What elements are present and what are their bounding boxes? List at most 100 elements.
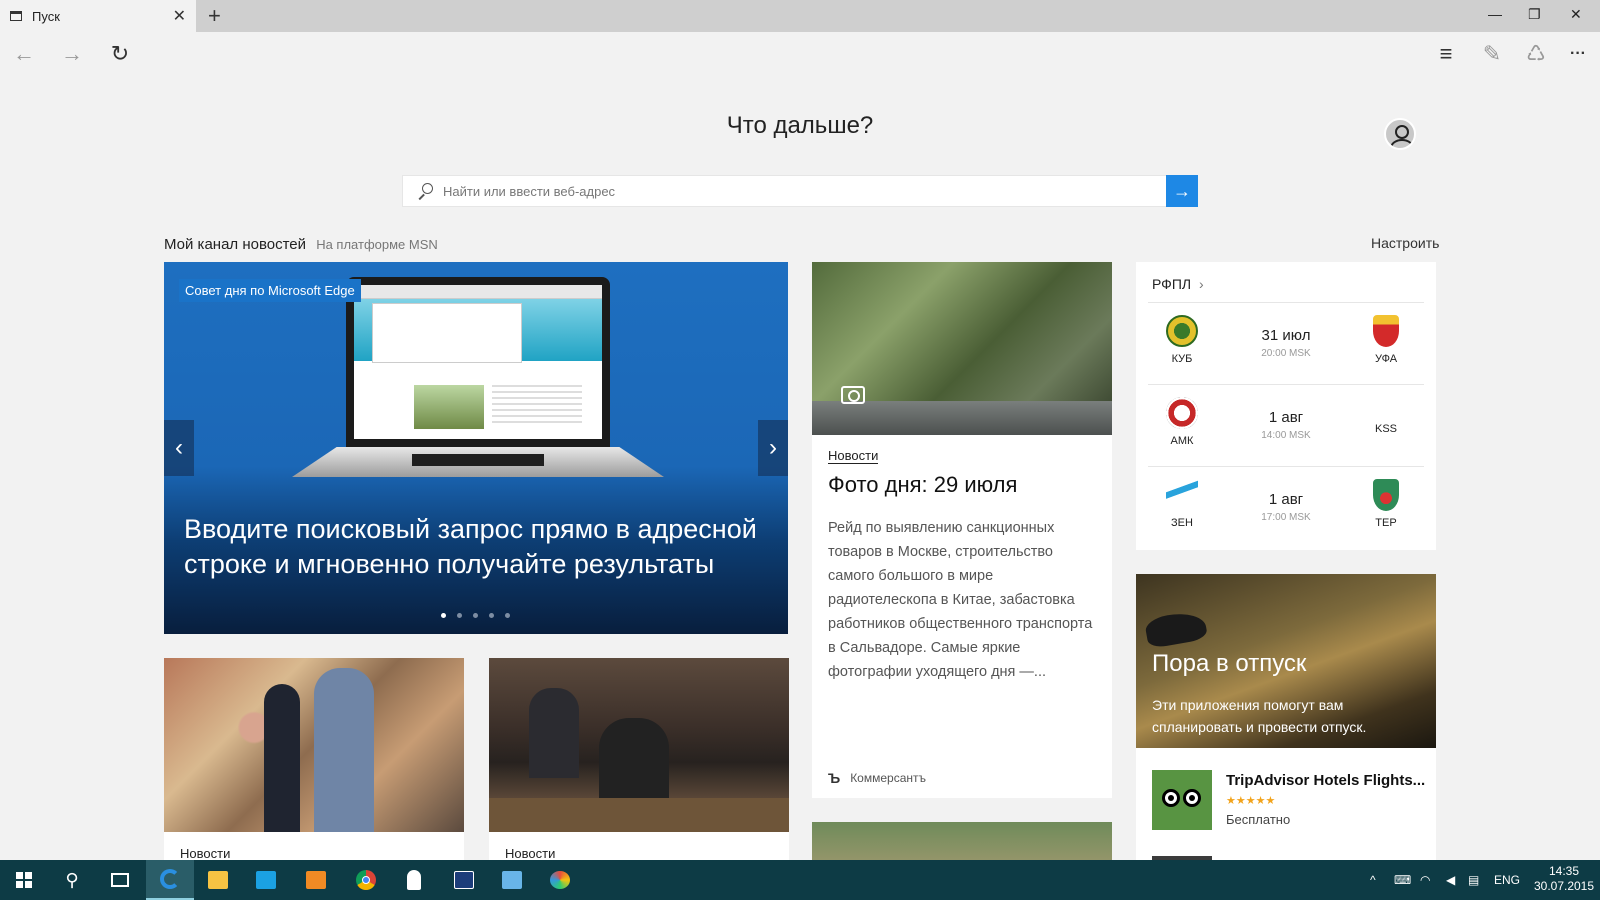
feed-title: Мой канал новостей На платформе MSN [164, 236, 438, 253]
taskbar-clock[interactable]: 14:35 30.07.2015 [1528, 864, 1600, 894]
taskbar-edge[interactable] [146, 860, 194, 900]
carousel-prev-button[interactable]: ‹ [164, 420, 194, 476]
taskbar-explorer[interactable] [194, 860, 242, 900]
match-date-text: 1 авг [1268, 409, 1304, 426]
team-crest-icon [1373, 315, 1399, 347]
close-window-button[interactable]: ✕ [1570, 6, 1582, 23]
news-image-memorial [164, 658, 464, 832]
volume-icon[interactable]: ◀ [1446, 860, 1455, 900]
taskbar-control-panel[interactable] [488, 860, 536, 900]
back-button[interactable]: ← [4, 32, 44, 76]
refresh-button[interactable]: ↻ [100, 32, 140, 76]
start-button[interactable] [0, 860, 48, 900]
sports-card[interactable]: РФПЛ › КУБ 31 июл 20:00 MSK УФА АМК 1 ав… [1136, 262, 1436, 550]
more-button[interactable]: ··· [1558, 32, 1598, 76]
carousel-dot[interactable] [473, 613, 478, 618]
match-time: 17:00 MSK [1261, 512, 1311, 523]
carousel-dot[interactable] [489, 613, 494, 618]
feed-subtitle[interactable]: На платформе MSN [316, 237, 438, 252]
match-date: 31 июл 20:00 MSK [1236, 327, 1336, 359]
search-go-button[interactable]: → [1166, 175, 1198, 207]
photo-card-source[interactable]: Ъ Коммерсантъ [828, 770, 926, 786]
search-icon: ⚲ [65, 869, 79, 890]
taskbar-search-button[interactable]: ⚲ [48, 860, 96, 900]
tab-page-icon [10, 11, 22, 21]
vacation-promo-card[interactable]: Пора в отпуск Эти приложения помогут вам… [1136, 574, 1436, 748]
source-logo: Ъ [828, 770, 841, 786]
task-view-button[interactable] [96, 860, 144, 900]
taskbar-chrome[interactable] [342, 860, 390, 900]
team-crest-icon [1166, 397, 1198, 429]
team-abbr: ЗЕН [1171, 517, 1193, 529]
edge-icon [160, 869, 180, 889]
match-row[interactable]: ЗЕН 1 авг 17:00 MSK ТЕР [1148, 466, 1424, 548]
team-crest-icon [1166, 479, 1198, 511]
cards-icon [454, 871, 474, 889]
app-name[interactable]: TripAdvisor Hotels Flights... [1226, 772, 1425, 789]
match-row[interactable]: КУБ 31 июл 20:00 MSK УФА [1148, 302, 1424, 384]
news-category: Новости [180, 846, 231, 861]
hub-button[interactable]: ≡ [1426, 32, 1466, 76]
match-time: 20:00 MSK [1261, 348, 1311, 359]
language-indicator[interactable]: ENG [1494, 860, 1520, 900]
away-team: УФА [1356, 315, 1416, 365]
match-date-text: 1 авг [1268, 491, 1304, 508]
new-tab-button[interactable]: + [208, 3, 221, 29]
carousel-dot[interactable] [457, 613, 462, 618]
carousel-next-button[interactable]: › [758, 420, 788, 476]
league-header[interactable]: РФПЛ › [1152, 276, 1204, 292]
minimize-button[interactable]: — [1488, 6, 1502, 22]
windows-logo-icon [16, 872, 32, 888]
media-player-icon [306, 871, 326, 889]
laptop-base [292, 447, 664, 477]
match-date: 1 авг 14:00 MSK [1236, 409, 1336, 441]
hero-tip-card[interactable]: Совет дня по Microsoft Edge ‹ › Вводите … [164, 262, 788, 634]
app-price: Бесплатно [1226, 812, 1291, 827]
team-abbr: КУБ [1171, 353, 1193, 365]
taskbar-paint[interactable] [536, 860, 584, 900]
taskbar-people[interactable] [390, 860, 438, 900]
notification-icon[interactable]: ▤ [1468, 860, 1479, 900]
camera-icon [841, 386, 865, 404]
chevron-right-icon: › [1198, 276, 1204, 292]
tip-badge: Совет дня по Microsoft Edge [179, 279, 361, 302]
tab-close-icon[interactable]: ✕ [173, 6, 186, 26]
restore-button[interactable]: ❐ [1528, 6, 1541, 23]
match-time: 14:00 MSK [1261, 430, 1311, 441]
web-note-button[interactable]: ✎ [1472, 32, 1512, 76]
paint-icon [550, 871, 570, 889]
feed-title-text: Мой канал новостей [164, 236, 307, 253]
tray-chevron-icon[interactable]: ^ [1370, 860, 1376, 900]
team-abbr: АМК [1170, 435, 1194, 447]
photo-card-category[interactable]: Новости [828, 448, 879, 464]
taskbar-store[interactable] [242, 860, 290, 900]
user-avatar-icon[interactable] [1384, 118, 1416, 150]
match-row[interactable]: АМК 1 авг 14:00 MSK KSS [1148, 384, 1424, 466]
share-button[interactable]: ♺ [1516, 32, 1556, 76]
customize-link[interactable]: Настроить [1371, 235, 1439, 251]
carousel-dot[interactable] [505, 613, 510, 618]
taskbar-media[interactable] [292, 860, 340, 900]
search-input[interactable] [443, 183, 1197, 199]
hero-headline[interactable]: Вводите поисковый запрос прямо в адресно… [184, 512, 774, 582]
task-view-icon [111, 873, 129, 887]
photo-of-day-card[interactable]: Новости Фото дня: 29 июля Рейд по выявле… [812, 262, 1112, 798]
search-icon [417, 183, 433, 199]
photo-card-body: Рейд по выявлению санкционных товаров в … [828, 520, 1093, 680]
photo-card-title[interactable]: Фото дня: 29 июля [828, 472, 1017, 498]
home-team: ЗЕН [1152, 479, 1212, 529]
taskbar-solitaire[interactable] [440, 860, 488, 900]
keyboard-icon[interactable]: ⌨ [1394, 860, 1411, 900]
league-name: РФПЛ [1152, 276, 1192, 292]
laptop-image [346, 277, 610, 447]
away-team: KSS [1356, 397, 1416, 435]
carousel-dot[interactable] [441, 613, 446, 618]
tripadvisor-owl-icon [1152, 770, 1212, 830]
tab-start[interactable]: Пуск ✕ [0, 0, 196, 32]
wifi-icon[interactable]: ◠ [1420, 860, 1430, 900]
news-image-un [489, 658, 789, 832]
taskbar: ⚲ ^ ⌨ ◠ ◀ ▤ ENG 14:35 30.07.2015 [0, 860, 1600, 900]
person-icon [407, 870, 421, 890]
clock-date: 30.07.2015 [1533, 879, 1595, 893]
forward-button[interactable]: → [52, 32, 92, 76]
